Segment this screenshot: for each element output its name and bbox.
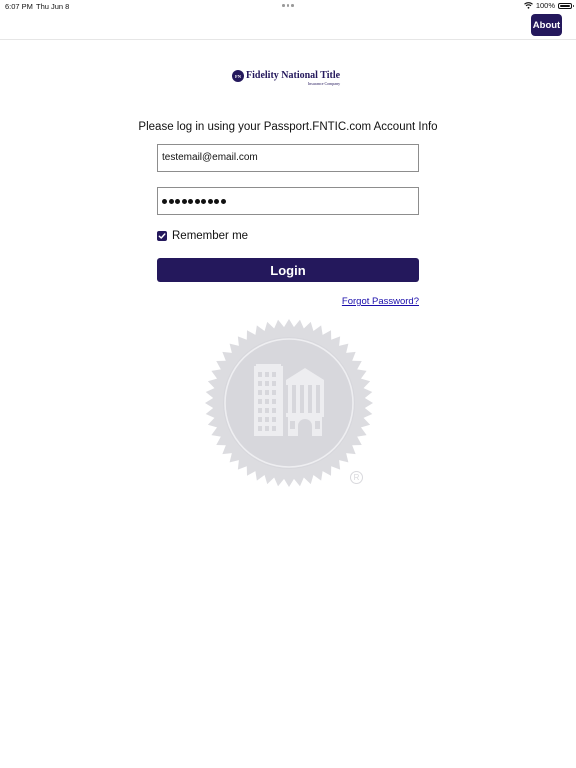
battery-icon: [558, 2, 574, 9]
battery-fill: [560, 4, 570, 7]
logo-name: Fidelity National Title: [246, 70, 341, 81]
login-instructions: Please log in using your Passport.FNTIC.…: [138, 121, 438, 133]
logo-badge-icon: FN: [232, 70, 244, 82]
multitasking-dots-icon[interactable]: [282, 4, 294, 7]
email-field[interactable]: testemail@email.com: [157, 144, 419, 172]
status-time: 6:07 PM: [5, 2, 33, 11]
logo-subtitle: Insurance Company: [307, 81, 341, 86]
wifi-icon: [523, 2, 533, 9]
password-dot: [162, 198, 167, 204]
remember-me-row[interactable]: Remember me: [157, 230, 248, 242]
password-dot: [181, 198, 187, 204]
forgot-password-link[interactable]: Forgot Password?: [342, 296, 419, 307]
checkmark-icon: [158, 233, 166, 239]
company-logo: FN Fidelity National Title Insurance Com…: [232, 70, 340, 88]
remember-me-label[interactable]: Remember me: [172, 230, 248, 242]
about-button[interactable]: About: [531, 14, 562, 36]
remember-me-checkbox[interactable]: [157, 231, 167, 241]
password-field[interactable]: [157, 187, 419, 215]
login-button[interactable]: Login: [157, 258, 419, 282]
password-dot: [214, 198, 219, 204]
logo-text: Fidelity National Title Insurance Compan…: [246, 70, 340, 86]
status-date: Thu Jun 8: [36, 2, 70, 11]
password-dot: [188, 198, 193, 204]
status-bar: 6:07 PM Thu Jun 8 100%: [0, 0, 576, 12]
seal-building-icon: [204, 318, 374, 488]
password-dot: [194, 198, 200, 204]
password-dot: [220, 198, 226, 204]
registered-trademark-icon: R: [350, 471, 363, 484]
password-dot: [201, 198, 206, 204]
password-dot: [175, 198, 180, 204]
status-right: 100%: [523, 1, 574, 10]
nav-bar: About: [0, 12, 576, 40]
password-dot: [207, 198, 213, 204]
battery-percent: 100%: [535, 1, 555, 10]
password-dot: [168, 198, 174, 204]
